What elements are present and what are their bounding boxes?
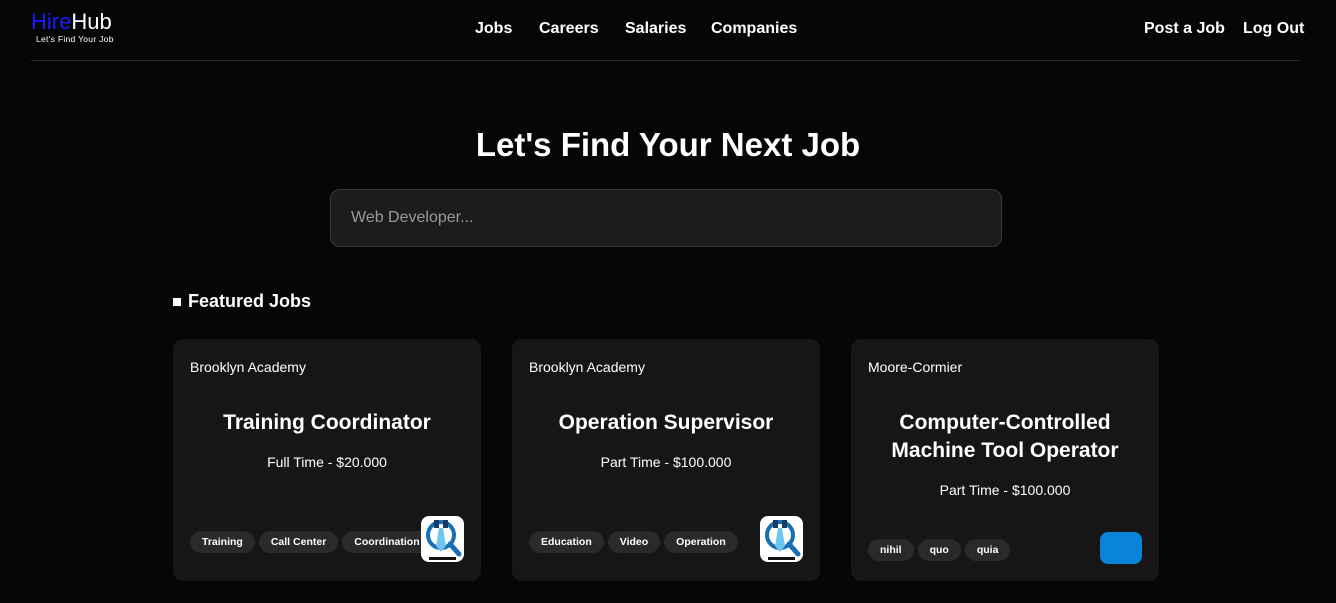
job-tag[interactable]: Coordination	[342, 531, 432, 553]
job-title: Operation Supervisor	[558, 411, 774, 434]
job-tag[interactable]: Operation	[664, 531, 738, 553]
job-company: Brooklyn Academy	[190, 359, 306, 375]
job-tags: nihil quo quia	[868, 539, 1011, 561]
job-company: Moore-Cormier	[868, 359, 963, 375]
job-title: Training Coordinator	[223, 411, 431, 434]
job-card[interactable]: Moore-Cormier Computer-Controlled Machin…	[851, 339, 1159, 581]
company-logo-icon	[760, 516, 803, 562]
job-meta: Part Time - $100.000	[939, 482, 1071, 498]
featured-jobs-title: Featured Jobs	[188, 291, 312, 311]
logout-link[interactable]: Log Out	[1243, 20, 1304, 38]
nav-link-careers[interactable]: Careers	[539, 20, 599, 38]
job-tags: Training Call Center Coordination	[190, 531, 432, 553]
job-tag[interactable]: quia	[964, 539, 1011, 561]
job-card[interactable]: Brooklyn Academy Operation Supervisor Pa…	[512, 339, 820, 581]
job-tag[interactable]: Training	[190, 531, 255, 553]
job-search-input[interactable]	[330, 189, 1002, 247]
job-meta: Full Time - $20.000	[267, 454, 387, 470]
job-tag[interactable]: Video	[607, 531, 661, 553]
job-tag[interactable]: Education	[529, 531, 604, 553]
nav-link-companies[interactable]: Companies	[711, 20, 797, 38]
main-nav: Jobs Careers Salaries Companies Post a J…	[31, 20, 1304, 40]
job-tag[interactable]: Call Center	[258, 531, 339, 553]
nav-link-salaries[interactable]: Salaries	[625, 20, 686, 38]
hero-title: Let's Find Your Next Job	[475, 126, 861, 163]
top-navbar: HireHub Let's Find Your Job Jobs Careers…	[31, 0, 1304, 61]
post-job-link[interactable]: Post a Job	[1144, 20, 1225, 38]
job-tags: Education Video Operation	[529, 531, 738, 553]
company-logo-icon	[1100, 532, 1142, 564]
job-card[interactable]: Brooklyn Academy Training Coordinator Fu…	[173, 339, 481, 581]
job-tag[interactable]: quo	[917, 539, 961, 561]
job-title: Computer-Controlled Machine Tool Operato…	[891, 411, 1119, 462]
job-tag[interactable]: nihil	[868, 539, 914, 561]
company-logo-icon	[421, 516, 464, 562]
nav-link-jobs[interactable]: Jobs	[475, 20, 512, 38]
square-bullet-icon	[173, 297, 181, 306]
job-company: Brooklyn Academy	[529, 359, 645, 375]
featured-jobs-heading: Featured Jobs	[173, 291, 311, 312]
job-meta: Part Time - $100.000	[600, 454, 732, 470]
